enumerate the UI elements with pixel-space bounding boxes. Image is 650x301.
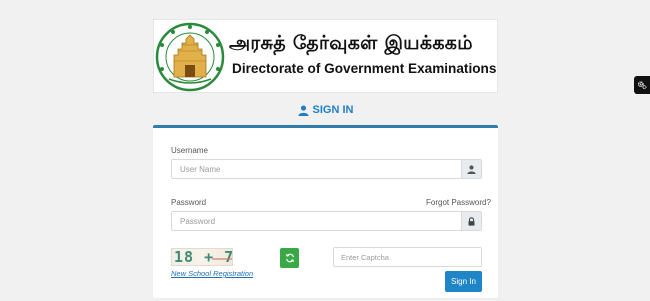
- password-group: [171, 211, 482, 231]
- sign-in-button[interactable]: Sign In: [445, 271, 482, 292]
- username-group: [171, 159, 482, 179]
- signin-heading: SIGN IN: [153, 101, 498, 119]
- new-school-registration-link[interactable]: New School Registration: [171, 269, 253, 278]
- username-input[interactable]: [171, 159, 461, 179]
- settings-toggle[interactable]: [634, 76, 650, 94]
- username-addon: [461, 159, 482, 179]
- forgot-password-link[interactable]: Forgot Password?: [426, 198, 491, 207]
- gears-icon: [637, 81, 647, 90]
- header-banner: அரசுத் தேர்வுகள் இயக்ககம் Directorate of…: [153, 19, 498, 93]
- password-addon: [461, 211, 482, 231]
- title-tamil: அரசுத் தேர்வுகள் இயக்ககம்: [229, 32, 473, 54]
- emblem-logo: [155, 22, 225, 92]
- signin-heading-label: SIGN IN: [312, 104, 354, 116]
- captcha-noise: [212, 258, 232, 260]
- captcha-image: 18 + 7 =: [171, 248, 233, 266]
- username-label: Username: [171, 146, 208, 155]
- refresh-captcha-button[interactable]: [280, 248, 299, 268]
- refresh-icon: [285, 253, 294, 263]
- password-input[interactable]: [171, 211, 461, 231]
- title-english: Directorate of Government Examinations: [232, 61, 497, 76]
- captcha-input[interactable]: [333, 247, 482, 267]
- lock-icon: [468, 216, 475, 226]
- captcha-text: 18 + 7 =: [174, 248, 232, 266]
- user-icon: [467, 164, 476, 174]
- user-icon: [297, 104, 309, 116]
- password-label: Password: [171, 198, 207, 207]
